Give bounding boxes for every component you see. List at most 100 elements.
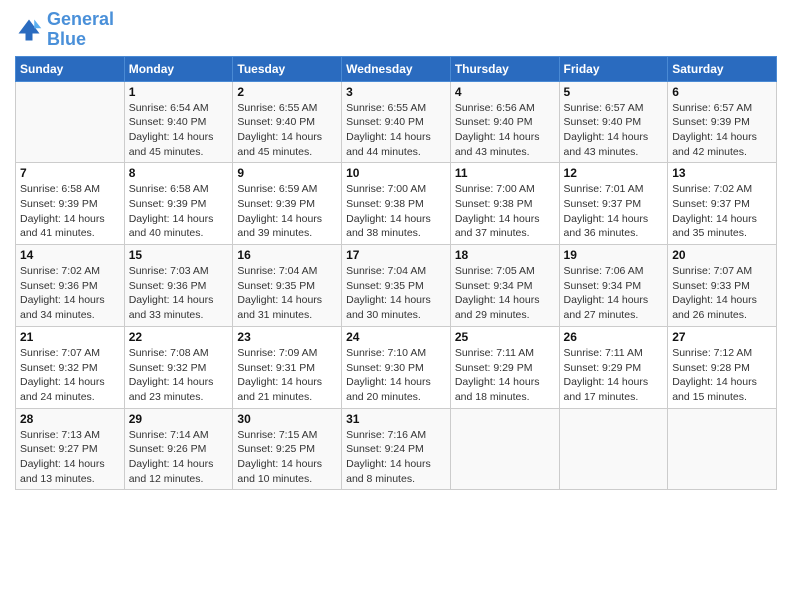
calendar-cell <box>16 81 125 163</box>
day-info: Sunrise: 6:56 AMSunset: 9:40 PMDaylight:… <box>455 101 555 160</box>
calendar-cell <box>559 408 668 490</box>
calendar-cell: 5Sunrise: 6:57 AMSunset: 9:40 PMDaylight… <box>559 81 668 163</box>
day-number: 12 <box>564 166 664 180</box>
calendar-cell: 8 Sunrise: 6:58 AMSunset: 9:39 PMDaylight… <box>124 163 233 245</box>
weekday-header-saturday: Saturday <box>668 56 777 81</box>
day-number: 7 <box>20 166 120 180</box>
day-info: Sunrise: 7:16 AMSunset: 9:24 PMDaylight:… <box>346 428 446 487</box>
day-number: 13 <box>672 166 772 180</box>
day-info: Sunrise: 7:00 AMSunset: 9:38 PMDaylight:… <box>346 182 446 241</box>
day-number: 29 <box>129 412 229 426</box>
day-info: Sunrise: 7:05 AMSunset: 9:34 PMDaylight:… <box>455 264 555 323</box>
calendar-cell: 20 Sunrise: 7:07 AMSunset: 9:33 PMDayligh… <box>668 245 777 327</box>
day-number: 8 <box>129 166 229 180</box>
day-number: 2 <box>237 85 337 99</box>
calendar-cell: 16 Sunrise: 7:04 AMSunset: 9:35 PMDayligh… <box>233 245 342 327</box>
calendar-cell: 25 Sunrise: 7:11 AMSunset: 9:29 PMDayligh… <box>450 326 559 408</box>
day-info: Sunrise: 7:04 AMSunset: 9:35 PMDaylight:… <box>346 264 446 323</box>
day-info: Sunrise: 7:11 AMSunset: 9:29 PMDaylight:… <box>564 346 664 405</box>
day-number: 4 <box>455 85 555 99</box>
weekday-header-tuesday: Tuesday <box>233 56 342 81</box>
day-info: Sunrise: 7:00 AMSunset: 9:38 PMDaylight:… <box>455 182 555 241</box>
day-number: 3 <box>346 85 446 99</box>
calendar-cell: 11 Sunrise: 7:00 AMSunset: 9:38 PMDayligh… <box>450 163 559 245</box>
day-number: 27 <box>672 330 772 344</box>
day-info: Sunrise: 7:14 AMSunset: 9:26 PMDaylight:… <box>129 428 229 487</box>
day-number: 18 <box>455 248 555 262</box>
day-number: 30 <box>237 412 337 426</box>
day-number: 11 <box>455 166 555 180</box>
day-info: Sunrise: 7:13 AMSunset: 9:27 PMDaylight:… <box>20 428 120 487</box>
day-number: 21 <box>20 330 120 344</box>
calendar-cell: 22 Sunrise: 7:08 AMSunset: 9:32 PMDayligh… <box>124 326 233 408</box>
calendar-cell: 14 Sunrise: 7:02 AMSunset: 9:36 PMDayligh… <box>16 245 125 327</box>
day-info: Sunrise: 6:58 AMSunset: 9:39 PMDaylight:… <box>20 182 120 241</box>
day-info: Sunrise: 6:55 AMSunset: 9:40 PMDaylight:… <box>237 101 337 160</box>
day-number: 15 <box>129 248 229 262</box>
day-info: Sunrise: 6:54 AMSunset: 9:40 PMDaylight:… <box>129 101 229 160</box>
day-info: Sunrise: 6:55 AMSunset: 9:40 PMDaylight:… <box>346 101 446 160</box>
day-info: Sunrise: 6:59 AMSunset: 9:39 PMDaylight:… <box>237 182 337 241</box>
calendar-cell: 15 Sunrise: 7:03 AMSunset: 9:36 PMDayligh… <box>124 245 233 327</box>
day-info: Sunrise: 6:57 AMSunset: 9:40 PMDaylight:… <box>564 101 664 160</box>
calendar-cell: 7 Sunrise: 6:58 AMSunset: 9:39 PMDaylight… <box>16 163 125 245</box>
day-info: Sunrise: 7:07 AMSunset: 9:32 PMDaylight:… <box>20 346 120 405</box>
calendar-table: SundayMondayTuesdayWednesdayThursdayFrid… <box>15 56 777 491</box>
calendar-cell: 31 Sunrise: 7:16 AMSunset: 9:24 PMDayligh… <box>342 408 451 490</box>
day-info: Sunrise: 7:01 AMSunset: 9:37 PMDaylight:… <box>564 182 664 241</box>
day-number: 6 <box>672 85 772 99</box>
day-number: 31 <box>346 412 446 426</box>
day-number: 28 <box>20 412 120 426</box>
day-number: 17 <box>346 248 446 262</box>
calendar-cell: 19Sunrise: 7:06 AMSunset: 9:34 PMDayligh… <box>559 245 668 327</box>
calendar-cell: 17 Sunrise: 7:04 AMSunset: 9:35 PMDayligh… <box>342 245 451 327</box>
day-info: Sunrise: 7:03 AMSunset: 9:36 PMDaylight:… <box>129 264 229 323</box>
day-info: Sunrise: 6:57 AMSunset: 9:39 PMDaylight:… <box>672 101 772 160</box>
weekday-header-friday: Friday <box>559 56 668 81</box>
day-number: 20 <box>672 248 772 262</box>
calendar-cell: 13 Sunrise: 7:02 AMSunset: 9:37 PMDayligh… <box>668 163 777 245</box>
day-number: 10 <box>346 166 446 180</box>
calendar-cell: 30Sunrise: 7:15 AMSunset: 9:25 PMDayligh… <box>233 408 342 490</box>
day-number: 9 <box>237 166 337 180</box>
day-info: Sunrise: 7:11 AMSunset: 9:29 PMDaylight:… <box>455 346 555 405</box>
day-info: Sunrise: 7:09 AMSunset: 9:31 PMDaylight:… <box>237 346 337 405</box>
day-info: Sunrise: 7:07 AMSunset: 9:33 PMDaylight:… <box>672 264 772 323</box>
day-info: Sunrise: 7:12 AMSunset: 9:28 PMDaylight:… <box>672 346 772 405</box>
calendar-cell: 18 Sunrise: 7:05 AMSunset: 9:34 PMDayligh… <box>450 245 559 327</box>
calendar-cell: 23Sunrise: 7:09 AMSunset: 9:31 PMDayligh… <box>233 326 342 408</box>
logo-text: General Blue <box>47 10 114 50</box>
day-info: Sunrise: 7:04 AMSunset: 9:35 PMDaylight:… <box>237 264 337 323</box>
weekday-header-wednesday: Wednesday <box>342 56 451 81</box>
calendar-cell: 21 Sunrise: 7:07 AMSunset: 9:32 PMDayligh… <box>16 326 125 408</box>
calendar-cell: 27 Sunrise: 7:12 AMSunset: 9:28 PMDayligh… <box>668 326 777 408</box>
weekday-header-monday: Monday <box>124 56 233 81</box>
weekday-header-thursday: Thursday <box>450 56 559 81</box>
day-info: Sunrise: 7:10 AMSunset: 9:30 PMDaylight:… <box>346 346 446 405</box>
day-number: 1 <box>129 85 229 99</box>
day-number: 25 <box>455 330 555 344</box>
calendar-cell: 9 Sunrise: 6:59 AMSunset: 9:39 PMDaylight… <box>233 163 342 245</box>
day-number: 14 <box>20 248 120 262</box>
day-number: 22 <box>129 330 229 344</box>
calendar-cell <box>450 408 559 490</box>
weekday-header-sunday: Sunday <box>16 56 125 81</box>
day-info: Sunrise: 7:02 AMSunset: 9:37 PMDaylight:… <box>672 182 772 241</box>
day-number: 26 <box>564 330 664 344</box>
calendar-cell: 4 Sunrise: 6:56 AMSunset: 9:40 PMDaylight… <box>450 81 559 163</box>
day-number: 16 <box>237 248 337 262</box>
calendar-cell <box>668 408 777 490</box>
calendar-cell: 6 Sunrise: 6:57 AMSunset: 9:39 PMDaylight… <box>668 81 777 163</box>
calendar-cell: 28 Sunrise: 7:13 AMSunset: 9:27 PMDayligh… <box>16 408 125 490</box>
calendar-cell: 1 Sunrise: 6:54 AMSunset: 9:40 PMDaylight… <box>124 81 233 163</box>
calendar-cell: 10 Sunrise: 7:00 AMSunset: 9:38 PMDayligh… <box>342 163 451 245</box>
day-info: Sunrise: 7:06 AMSunset: 9:34 PMDaylight:… <box>564 264 664 323</box>
day-info: Sunrise: 7:08 AMSunset: 9:32 PMDaylight:… <box>129 346 229 405</box>
calendar-cell: 29 Sunrise: 7:14 AMSunset: 9:26 PMDayligh… <box>124 408 233 490</box>
calendar-cell: 12 Sunrise: 7:01 AMSunset: 9:37 PMDayligh… <box>559 163 668 245</box>
day-number: 24 <box>346 330 446 344</box>
day-info: Sunrise: 7:02 AMSunset: 9:36 PMDaylight:… <box>20 264 120 323</box>
calendar-cell: 2 Sunrise: 6:55 AMSunset: 9:40 PMDaylight… <box>233 81 342 163</box>
day-info: Sunrise: 6:58 AMSunset: 9:39 PMDaylight:… <box>129 182 229 241</box>
calendar-cell: 24 Sunrise: 7:10 AMSunset: 9:30 PMDayligh… <box>342 326 451 408</box>
